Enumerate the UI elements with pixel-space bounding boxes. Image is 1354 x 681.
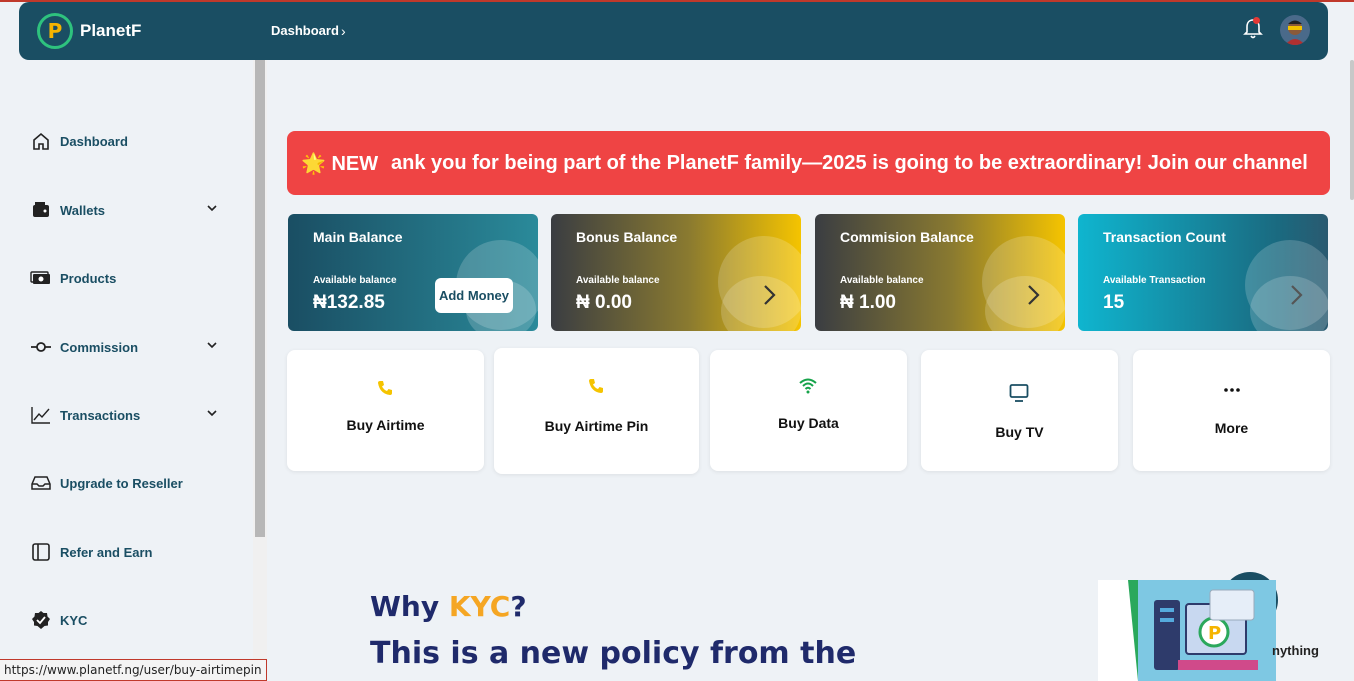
wifi-icon (799, 378, 817, 394)
transaction-count-card[interactable]: Transaction Count Available Transaction … (1078, 214, 1328, 331)
more-icon (1224, 388, 1240, 392)
status-bar-url: https://www.planetf.ng/user/buy-airtimep… (0, 659, 267, 681)
sidebar-item-refer-and-earn[interactable]: Refer and Earn (30, 540, 230, 564)
buy-airtime-tile[interactable]: Buy Airtime (287, 350, 484, 471)
sidebar-item-commission[interactable]: Commission (30, 335, 230, 359)
breadcrumb-chevron-icon: › (341, 23, 346, 39)
bonus-balance-value: ₦ 0.00 (576, 292, 632, 313)
kyc-heading: Why KYC? (370, 590, 527, 623)
sidebar-item-dashboard[interactable]: Dashboard (30, 129, 230, 153)
sidebar-item-transactions[interactable]: Transactions (30, 403, 230, 427)
sidebar (0, 60, 253, 681)
home-icon (30, 130, 52, 152)
notification-dot (1253, 17, 1260, 24)
planetf-logo-icon[interactable]: P (37, 13, 73, 49)
page-scroll-thumb[interactable] (1350, 60, 1354, 200)
chat-widget-label[interactable]: nything (1272, 643, 1319, 658)
sidebar-item-products[interactable]: Products (30, 266, 230, 290)
money-icon (30, 267, 52, 289)
transaction-count-value: 15 (1103, 292, 1125, 313)
sidebar-item-wallets[interactable]: Wallets (30, 198, 230, 222)
phone-icon (378, 381, 392, 395)
buy-data-tile[interactable]: Buy Data (710, 350, 907, 471)
ticker-text: ank you for being part of the PlanetF fa… (391, 152, 1308, 174)
kyc-paragraph: This is a new policy from the (370, 636, 857, 671)
chevron-right-icon[interactable] (1025, 283, 1041, 307)
top-header: P PlanetF Dashboard › (19, 2, 1328, 60)
more-tile[interactable]: More (1133, 350, 1330, 471)
svg-text:P: P (1208, 623, 1221, 644)
sidebar-item-upgrade-to-reseller[interactable]: Upgrade to Reseller (30, 471, 230, 495)
bonus-balance-card[interactable]: Bonus Balance Available balance ₦ 0.00 (551, 214, 801, 331)
phone-icon (589, 379, 603, 393)
chevron-down-icon[interactable] (206, 407, 218, 419)
inbox-icon (30, 472, 52, 494)
main-balance-value: ₦132.85 (313, 292, 385, 313)
chevron-right-icon[interactable] (1288, 283, 1304, 307)
announcement-ticker: 🌟 NEW ank you for being part of the Plan… (287, 131, 1330, 195)
chevron-right-icon[interactable] (761, 283, 777, 307)
main-balance-card: Main Balance Available balance ₦132.85 A… (288, 214, 538, 331)
kyc-illustration: P (1098, 580, 1276, 681)
buy-tv-tile[interactable]: Buy TV (921, 350, 1118, 471)
add-money-button[interactable]: Add Money (435, 278, 513, 313)
chevron-down-icon[interactable] (206, 339, 218, 351)
layout-icon (30, 541, 52, 563)
brand-name[interactable]: PlanetF (80, 21, 141, 41)
chart-line-icon (30, 404, 52, 426)
wallet-icon (30, 199, 52, 221)
sidebar-scroll-thumb[interactable] (255, 60, 265, 537)
buy-airtime-pin-tile[interactable]: Buy Airtime Pin (494, 348, 699, 474)
verified-badge-icon (30, 609, 52, 631)
sidebar-item-kyc[interactable]: KYC (30, 608, 230, 632)
commit-icon (30, 336, 52, 358)
ticker-new-badge: 🌟 NEW (301, 153, 379, 175)
commission-balance-card[interactable]: Commision Balance Available balance ₦ 1.… (815, 214, 1065, 331)
commission-balance-value: ₦ 1.00 (840, 292, 896, 313)
chevron-down-icon[interactable] (206, 202, 218, 214)
user-avatar[interactable] (1280, 15, 1310, 45)
breadcrumb-dashboard[interactable]: Dashboard (271, 23, 339, 38)
tv-icon (1009, 384, 1029, 402)
